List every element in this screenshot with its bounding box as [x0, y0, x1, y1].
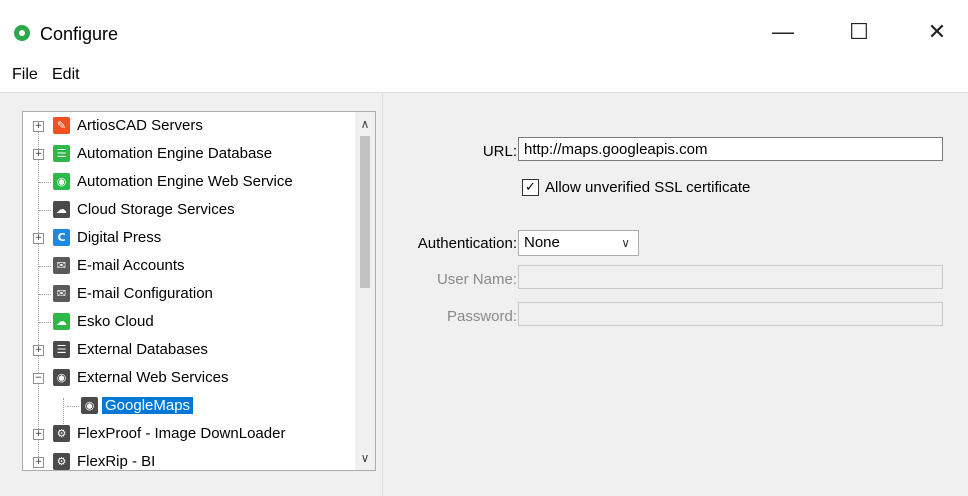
tree-branch-line: [39, 182, 51, 183]
tree-item[interactable]: − ◉ External Web Services: [23, 365, 343, 391]
email-config-icon: ✉: [53, 285, 70, 302]
expand-icon[interactable]: +: [33, 121, 44, 132]
email-icon: ✉: [53, 257, 70, 274]
close-button[interactable]: ✕: [914, 12, 960, 52]
external-db-icon: ☰: [53, 341, 70, 358]
tree-item-label: E-mail Configuration: [77, 285, 213, 302]
tree-item[interactable]: + ☰ Automation Engine Database: [23, 141, 343, 167]
menu-edit[interactable]: Edit: [52, 66, 80, 84]
scroll-thumb[interactable]: [360, 136, 370, 288]
maximize-button[interactable]: ☐: [836, 12, 882, 52]
database-icon: ☰: [53, 145, 70, 162]
tree-item[interactable]: + ☰ External Databases: [23, 337, 343, 363]
tree-item-label: Esko Cloud: [77, 313, 154, 330]
url-label: URL:: [482, 143, 517, 160]
username-field[interactable]: [518, 265, 943, 289]
artioscad-icon: ✎: [53, 117, 70, 134]
tree-item-label: ArtiosCAD Servers: [77, 117, 203, 134]
tree-branch-line: [39, 266, 51, 267]
cloud-storage-icon: ☁: [53, 201, 70, 218]
expand-icon[interactable]: +: [33, 457, 44, 468]
tree-branch-line: [67, 406, 79, 407]
title-bar: Configure — ☐ ✕: [0, 0, 968, 62]
tree-item-label: FlexRip - BI: [77, 453, 156, 470]
tree-item-label: Automation Engine Database: [77, 145, 273, 162]
scroll-down-icon[interactable]: ∨: [355, 448, 375, 468]
expand-icon[interactable]: +: [33, 429, 44, 440]
tree-item-label: Cloud Storage Services: [77, 201, 235, 218]
tree-item[interactable]: ✉ E-mail Configuration: [23, 281, 343, 307]
window-title: Configure: [40, 24, 119, 44]
authentication-select[interactable]: None ∨: [518, 230, 639, 256]
services-tree[interactable]: ∧ ∨ + ✎ ArtiosCAD Servers + ☰ Automation Engi…: [22, 111, 376, 471]
authentication-value: None: [524, 234, 560, 251]
tree-item[interactable]: + C Digital Press: [23, 225, 343, 251]
password-field[interactable]: [518, 302, 943, 326]
expand-icon[interactable]: +: [33, 345, 44, 356]
settings-form: URL: http://maps.googleapis.com ✓ Allow …: [382, 93, 968, 496]
tree-item-label: FlexProof - Image DownLoader: [77, 425, 286, 442]
url-field[interactable]: http://maps.googleapis.com: [518, 137, 943, 161]
tree-item[interactable]: ◉ Automation Engine Web Service: [23, 169, 343, 195]
tree-branch-line: [39, 210, 51, 211]
menu-file[interactable]: File: [12, 66, 38, 84]
scroll-up-icon[interactable]: ∧: [355, 114, 375, 134]
minimize-button[interactable]: —: [760, 12, 806, 52]
tree-item[interactable]: + ⚙ FlexProof - Image DownLoader: [23, 421, 343, 447]
collapse-icon[interactable]: −: [33, 373, 44, 384]
tree-item-label: E-mail Accounts: [77, 257, 185, 274]
menu-bar: File Edit: [0, 62, 968, 92]
tree-branch-line: [39, 294, 51, 295]
tree-item-label: Automation Engine Web Service: [77, 173, 293, 190]
tree-scrollbar[interactable]: ∧ ∨: [355, 112, 375, 470]
expand-icon[interactable]: +: [33, 233, 44, 244]
digital-press-icon: C: [53, 229, 70, 246]
web-service-icon: ◉: [53, 173, 70, 190]
esko-cloud-icon: ☁: [53, 313, 70, 330]
tree-item-label: External Databases: [77, 341, 208, 358]
external-web-icon: ◉: [53, 369, 70, 386]
tree-item-label: External Web Services: [77, 369, 229, 386]
flexrip-icon: ⚙: [53, 453, 70, 470]
tree-item[interactable]: ✉ E-mail Accounts: [23, 253, 343, 279]
tree-item-label: GoogleMaps: [102, 397, 194, 414]
tree-item[interactable]: ☁ Esko Cloud: [23, 309, 343, 335]
tree-item[interactable]: ☁ Cloud Storage Services: [23, 197, 343, 223]
tree-item[interactable]: ◉ GoogleMaps: [23, 393, 343, 419]
tree-item[interactable]: + ✎ ArtiosCAD Servers: [23, 113, 343, 139]
flexproof-icon: ⚙: [53, 425, 70, 442]
password-label: Password:: [446, 308, 517, 325]
username-label: User Name:: [436, 271, 517, 288]
chevron-down-icon: ∨: [621, 236, 630, 250]
tree-item[interactable]: + ⚙ FlexRip - BI: [23, 449, 343, 470]
tree-item-label: Digital Press: [77, 229, 162, 246]
ssl-checkbox[interactable]: ✓: [522, 179, 539, 196]
content-area: ∧ ∨ + ✎ ArtiosCAD Servers + ☰ Automation Engi…: [0, 92, 968, 496]
google-maps-icon: ◉: [81, 397, 98, 414]
ssl-label[interactable]: Allow unverified SSL certificate: [545, 179, 750, 196]
authentication-label: Authentication:: [417, 235, 517, 252]
expand-icon[interactable]: +: [33, 149, 44, 160]
app-icon: [14, 25, 30, 41]
tree-branch-line: [39, 322, 51, 323]
